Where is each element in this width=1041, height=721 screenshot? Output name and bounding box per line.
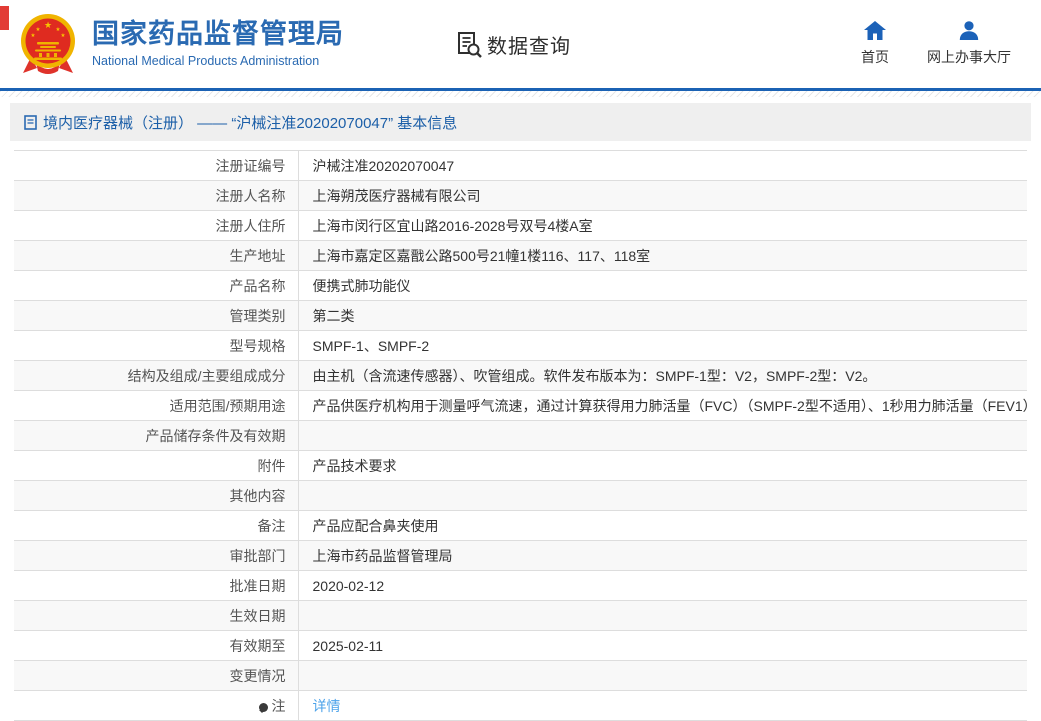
balloon-icon <box>258 702 268 713</box>
table-row: 产品储存条件及有效期 <box>14 420 1027 451</box>
field-value: 上海市闵行区宜山路2016-2028号双号4楼A室 <box>312 217 593 234</box>
field-value: 由主机（含流速传感器）、吹管组成。软件发布版本为：SMPF-1型：V2，SMPF… <box>312 367 877 384</box>
agency-name-cn: 国家药品监督管理局 <box>92 19 344 50</box>
field-label: 注 <box>14 690 299 721</box>
table-row: 批准日期 2020-02-12 <box>14 570 1027 601</box>
national-emblem-logo: ★ ★ ★ ★ ★ <box>21 14 75 74</box>
red-corner-fragment <box>0 6 9 30</box>
table-row: 备注 产品应配合鼻夹使用 <box>14 510 1027 541</box>
detail-link[interactable]: 详情 <box>313 698 341 714</box>
field-value: 上海市药品监督管理局 <box>312 547 453 564</box>
field-label: 结构及组成/主要组成成分 <box>14 360 299 391</box>
field-label: 适用范围/预期用途 <box>14 390 299 421</box>
nav-item-label: 网上办事大厅 <box>927 49 1011 65</box>
table-row: 生效日期 <box>14 600 1027 631</box>
table-row: 审批部门 上海市药品监督管理局 <box>14 540 1027 571</box>
field-value: 产品应配合鼻夹使用 <box>312 517 439 534</box>
field-value: 第二类 <box>312 307 355 324</box>
hatch-decorative-strip <box>0 91 1041 97</box>
field-value: 2020-02-12 <box>312 577 385 594</box>
field-value <box>298 421 1027 451</box>
field-label: 产品名称 <box>14 270 299 301</box>
page-title-bar: 境内医疗器械（注册） —— “沪械注准20202070047” 基本信息 <box>10 103 1031 141</box>
field-value: 上海市嘉定区嘉戬公路500号21幢1楼116、117、118室 <box>312 247 651 264</box>
table-row: 注册人住所 上海市闵行区宜山路2016-2028号双号4楼A室 <box>14 210 1027 241</box>
table-row: 产品名称 便携式肺功能仪 <box>14 270 1027 301</box>
table-row: 变更情况 <box>14 660 1027 691</box>
page-title: 境内医疗器械（注册） —— “沪械注准20202070047” 基本信息 <box>43 114 458 132</box>
table-row: 注册证编号 沪械注准20202070047 <box>14 150 1027 181</box>
field-label: 备注 <box>14 510 299 541</box>
table-row: 生产地址 上海市嘉定区嘉戬公路500号21幢1楼116、117、118室 <box>14 240 1027 271</box>
field-label: 注册人名称 <box>14 180 299 211</box>
field-value: 产品供医疗机构用于测量呼气流速，通过计算获得用力肺活量（FVC）（SMPF-2型… <box>312 397 1028 414</box>
table-row: 结构及组成/主要组成成分 由主机（含流速传感器）、吹管组成。软件发布版本为：SMP… <box>14 360 1027 391</box>
registration-info-table: 注册证编号 沪械注准20202070047 注册人名称 上海朔茂医疗器械有限公司 注册人… <box>14 150 1027 721</box>
nav-item-service-hall[interactable]: 网上办事大厅 <box>927 21 1011 67</box>
field-label: 型号规格 <box>14 330 299 361</box>
field-value <box>298 601 1027 631</box>
field-value: 上海朔茂医疗器械有限公司 <box>312 187 481 204</box>
header-nav: 首页 网上办事大厅 <box>861 21 1011 67</box>
field-label: 生产地址 <box>14 240 299 271</box>
info-table-body: 注册证编号 沪械注准20202070047 注册人名称 上海朔茂医疗器械有限公司 注册人… <box>14 150 1028 721</box>
svg-text:★: ★ <box>36 27 41 33</box>
field-label: 注册人住所 <box>14 210 299 241</box>
nav-item-label: 首页 <box>861 49 889 65</box>
field-value: 2025-02-11 <box>312 637 384 654</box>
svg-text:★: ★ <box>44 20 52 30</box>
table-row: 有效期至 2025-02-11 <box>14 630 1027 661</box>
field-label: 批准日期 <box>14 570 299 601</box>
agency-name-en: National Medical Products Administration <box>92 53 320 68</box>
field-label: 注册证编号 <box>14 150 299 181</box>
svg-text:★: ★ <box>61 33 66 39</box>
field-value <box>298 481 1027 511</box>
field-value <box>298 661 1027 691</box>
field-value: 便携式肺功能仪 <box>312 277 411 294</box>
table-row: 注详情 <box>14 690 1027 721</box>
person-icon <box>959 21 979 40</box>
svg-text:★: ★ <box>31 33 36 39</box>
field-value: 沪械注准20202070047 <box>312 157 455 174</box>
agency-title-block: 国家药品监督管理局 National Medical Products Admi… <box>92 19 344 68</box>
field-value: 详情 <box>298 691 1027 721</box>
field-value: SMPF-1、SMPF-2 <box>312 337 430 354</box>
table-row: 附件 产品技术要求 <box>14 450 1027 481</box>
document-icon <box>24 114 37 130</box>
field-label: 有效期至 <box>14 630 299 661</box>
site-header: ★ ★ ★ ★ ★ 国家药品监督管理局 National Medical Pro… <box>0 0 1041 88</box>
field-label: 产品储存条件及有效期 <box>14 420 299 451</box>
field-label: 其他内容 <box>14 480 299 511</box>
nav-item-home[interactable]: 首页 <box>861 21 889 67</box>
field-label: 生效日期 <box>14 600 299 631</box>
home-icon <box>864 21 886 40</box>
table-row: 适用范围/预期用途 产品供医疗机构用于测量呼气流速，通过计算获得用力肺活量（FVC… <box>14 390 1028 421</box>
field-label: 附件 <box>14 450 299 481</box>
document-search-icon <box>458 31 482 58</box>
table-row: 型号规格 SMPF-1、SMPF-2 <box>14 330 1027 361</box>
table-row: 管理类别 第二类 <box>14 300 1027 331</box>
table-row: 注册人名称 上海朔茂医疗器械有限公司 <box>14 180 1027 211</box>
data-query-label: 数据查询 <box>487 35 571 58</box>
field-value: 产品技术要求 <box>312 457 397 474</box>
field-label: 变更情况 <box>14 660 299 691</box>
table-row: 其他内容 <box>14 480 1027 511</box>
field-label: 审批部门 <box>14 540 299 571</box>
field-label: 管理类别 <box>14 300 299 331</box>
data-query-button[interactable]: 数据查询 <box>456 30 571 59</box>
